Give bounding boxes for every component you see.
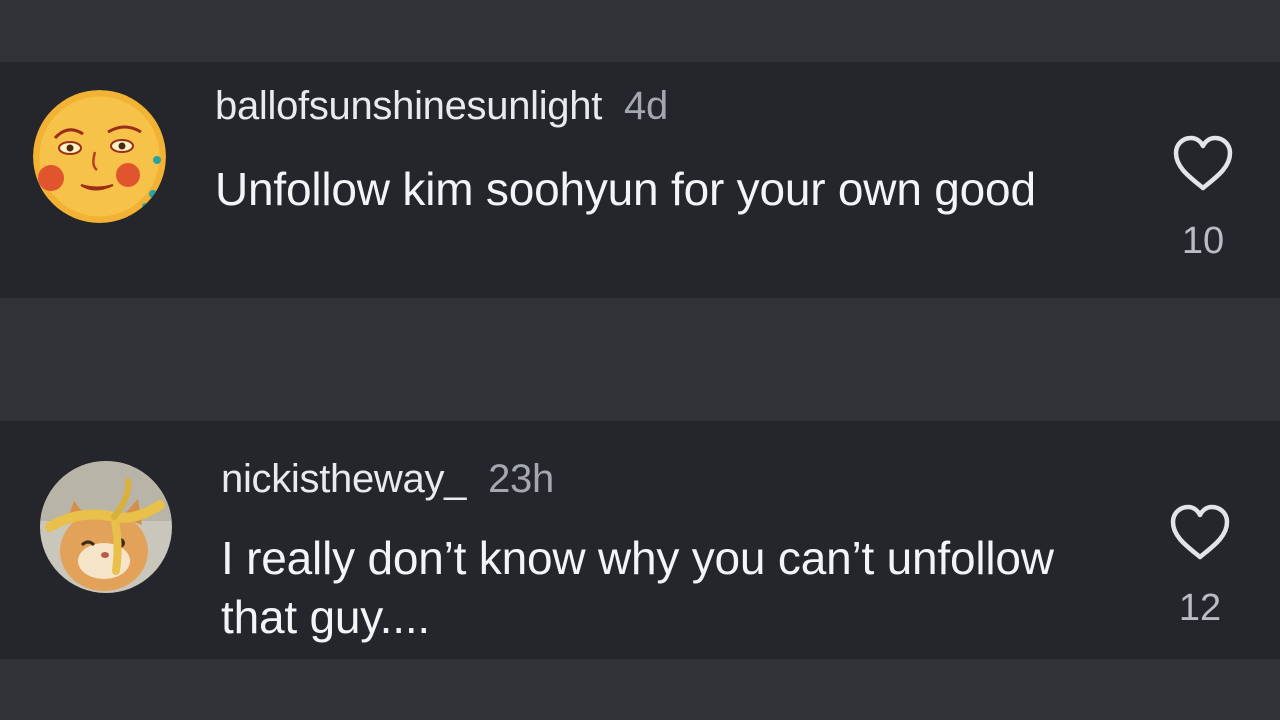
comment-text: I really don’t know why you can’t unfoll… [221, 532, 1054, 643]
comment-item: nickistheway_ 23h I really don’t know why… [0, 421, 1280, 659]
comment-meta: nickistheway_ 23h [221, 457, 554, 502]
comment-item: ballofsunshinesunlight 4d Unfollow kim so… [0, 62, 1280, 298]
username[interactable]: nickistheway_ [221, 457, 466, 501]
heart-outline-icon [1170, 504, 1230, 560]
avatar[interactable] [40, 461, 172, 593]
like-count: 12 [1178, 587, 1222, 629]
like-button[interactable] [1168, 503, 1232, 563]
username[interactable]: ballofsunshinesunlight [215, 84, 602, 128]
comment-text: Unfollow kim soohyun for your own good [215, 163, 1036, 215]
like-button[interactable] [1171, 134, 1235, 194]
comment-meta: ballofsunshinesunlight 4d [215, 84, 668, 129]
comments-screen: ballofsunshinesunlight 4d Unfollow kim so… [0, 0, 1280, 720]
comment-time: 23h [488, 457, 554, 501]
cat-avatar-icon [40, 461, 172, 593]
sun-face-avatar-icon [33, 90, 166, 223]
avatar[interactable] [33, 90, 166, 223]
heart-outline-icon [1173, 135, 1233, 191]
comment-time: 4d [624, 84, 668, 128]
like-count: 10 [1181, 220, 1225, 262]
